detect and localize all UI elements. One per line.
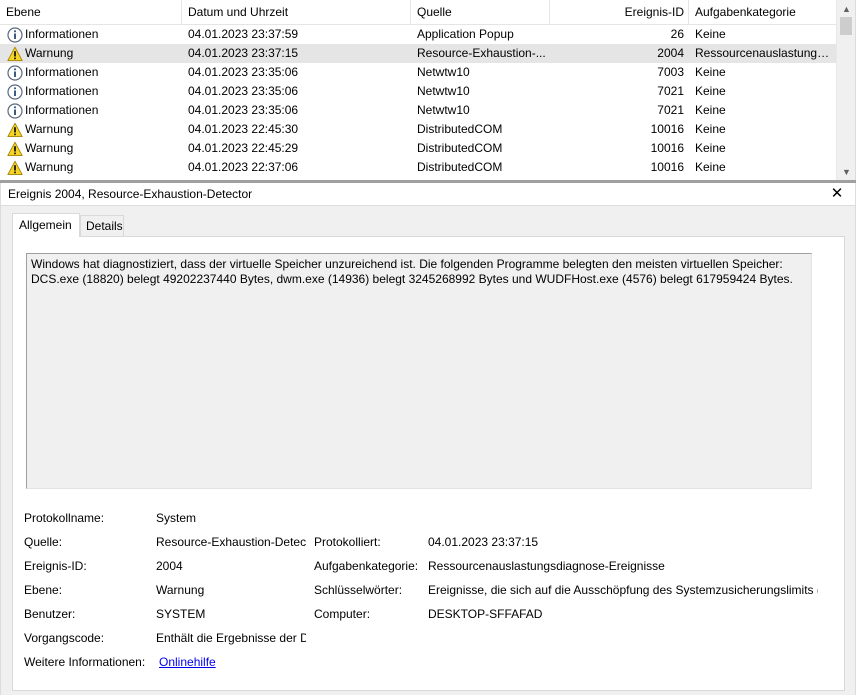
event-source: Resource-Exhaustion-...: [417, 46, 546, 60]
event-id: 7021: [657, 84, 684, 98]
event-date: 04.01.2023 23:35:06: [188, 103, 299, 117]
event-rows: Informationen 04.01.2023 23:37:59 Applic…: [0, 25, 836, 177]
event-category: Keine: [695, 122, 726, 136]
label-weitere-informationen: Weitere Informationen:: [24, 655, 146, 669]
label-protokollname: Protokollname:: [24, 511, 105, 525]
value-aufgabenkategorie[interactable]: Ressourcenauslastungsdiagnose-Ereignisse: [428, 558, 818, 574]
value-computer[interactable]: DESKTOP-SFFAFAD: [428, 606, 818, 622]
event-id: 10016: [650, 141, 684, 155]
label-aufgabenkategorie: Aufgabenkategorie:: [314, 559, 419, 573]
table-row[interactable]: Warnung 04.01.2023 22:45:30 DistributedC…: [0, 120, 836, 139]
value-ebene[interactable]: Warnung: [156, 582, 306, 598]
event-category: Keine: [695, 160, 726, 174]
event-id: 7021: [657, 103, 684, 117]
label-ebene: Ebene:: [24, 583, 63, 597]
label-ereignis-id: Ereignis-ID:: [24, 559, 87, 573]
warning-icon: [7, 160, 23, 175]
value-ereignis-id[interactable]: 2004: [156, 558, 306, 574]
close-icon[interactable]: ✕: [829, 186, 845, 202]
event-date: 04.01.2023 22:45:30: [188, 122, 299, 136]
event-category: Keine: [695, 84, 726, 98]
event-message[interactable]: Windows hat diagnostiziert, dass der vir…: [26, 253, 812, 489]
table-row[interactable]: Informationen 04.01.2023 23:35:06 Netwtw…: [0, 63, 836, 82]
info-icon: [7, 26, 23, 43]
scrollbar-thumb[interactable]: [840, 17, 852, 35]
event-date: 04.01.2023 23:37:15: [188, 46, 299, 60]
value-protokollname[interactable]: System: [156, 510, 306, 526]
table-row[interactable]: Informationen 04.01.2023 23:35:06 Netwtw…: [0, 101, 836, 120]
onlinehilfe-link[interactable]: Onlinehilfe: [159, 654, 216, 670]
event-date: 04.01.2023 22:45:29: [188, 141, 299, 155]
column-header-datum[interactable]: Datum und Uhrzeit: [182, 0, 411, 25]
table-row[interactable]: Informationen 04.01.2023 23:37:59 Applic…: [0, 25, 836, 44]
event-id: 26: [670, 27, 684, 41]
value-schluesselwoerter[interactable]: Ereignisse, die sich auf die Ausschöpfun…: [428, 582, 818, 598]
event-id: 10016: [650, 122, 684, 136]
value-vorgangscode[interactable]: Enthält die Ergebnisse der Di: [156, 630, 306, 646]
event-level: Informationen: [25, 65, 99, 79]
warning-icon: [7, 122, 23, 137]
label-quelle: Quelle:: [24, 535, 63, 549]
label-vorgangscode: Vorgangscode:: [24, 631, 105, 645]
event-source: DistributedCOM: [417, 141, 503, 155]
event-source: DistributedCOM: [417, 160, 503, 174]
column-header-aufgabenkategorie[interactable]: Aufgabenkategorie: [689, 0, 836, 25]
event-category: Keine: [695, 141, 726, 155]
event-date: 04.01.2023 23:35:06: [188, 84, 299, 98]
event-source: Netwtw10: [417, 65, 470, 79]
scroll-down-arrow-icon[interactable]: ▼: [837, 163, 855, 180]
column-header-quelle[interactable]: Quelle: [411, 0, 550, 25]
table-row[interactable]: Informationen 04.01.2023 23:35:06 Netwtw…: [0, 82, 836, 101]
tab-allgemein[interactable]: Allgemein: [12, 213, 80, 237]
event-id: 7003: [657, 65, 684, 79]
warning-icon: [7, 141, 23, 156]
event-date: 04.01.2023 23:35:06: [188, 65, 299, 79]
event-id: 10016: [650, 160, 684, 174]
event-list-header: Ebene Datum und Uhrzeit Quelle Ereignis-…: [0, 0, 836, 25]
event-category: Keine: [695, 103, 726, 117]
table-row[interactable]: Warnung 04.01.2023 22:45:29 DistributedC…: [0, 139, 836, 158]
event-id: 2004: [657, 46, 684, 60]
event-category: Keine: [695, 27, 726, 41]
event-source: Netwtw10: [417, 84, 470, 98]
event-detail-pane: Ereignis 2004, Resource-Exhaustion-Detec…: [0, 183, 856, 695]
event-date: 04.01.2023 22:37:06: [188, 160, 299, 174]
label-computer: Computer:: [314, 607, 371, 621]
event-level: Warnung: [25, 46, 74, 60]
table-row[interactable]: Warnung 04.01.2023 22:37:06 DistributedC…: [0, 158, 836, 177]
event-source: Application Popup: [417, 27, 514, 41]
column-header-ereignis-id[interactable]: Ereignis-ID: [550, 0, 689, 25]
warning-icon: [7, 46, 23, 61]
event-level: Informationen: [25, 103, 99, 117]
value-benutzer[interactable]: SYSTEM: [156, 606, 306, 622]
event-level: Warnung: [25, 122, 74, 136]
info-icon: [7, 64, 23, 81]
table-row[interactable]: Warnung 04.01.2023 23:37:15 Resource-Exh…: [0, 44, 836, 63]
label-schluesselwoerter: Schlüsselwörter:: [314, 583, 403, 597]
value-protokolliert[interactable]: 04.01.2023 23:37:15: [428, 534, 818, 550]
event-date: 04.01.2023 23:37:59: [188, 27, 299, 41]
tab-details[interactable]: Details: [80, 215, 124, 237]
info-icon: [7, 83, 23, 100]
event-level: Warnung: [25, 160, 74, 174]
value-quelle[interactable]: Resource-Exhaustion-Detect: [156, 534, 306, 550]
event-level: Warnung: [25, 141, 74, 155]
detail-title-bar: Ereignis 2004, Resource-Exhaustion-Detec…: [1, 183, 855, 206]
event-level: Informationen: [25, 84, 99, 98]
info-icon: [7, 102, 23, 119]
label-protokolliert: Protokolliert:: [314, 535, 381, 549]
scroll-up-arrow-icon[interactable]: ▲: [837, 0, 855, 17]
label-benutzer: Benutzer:: [24, 607, 76, 621]
column-header-ebene[interactable]: Ebene: [0, 0, 182, 25]
general-tab-content: Windows hat diagnostiziert, dass der vir…: [12, 236, 845, 691]
event-category: Ressourcenauslastungs...: [695, 46, 831, 60]
event-source: Netwtw10: [417, 103, 470, 117]
event-source: DistributedCOM: [417, 122, 503, 136]
event-list-scrollbar[interactable]: ▲ ▼: [836, 0, 855, 180]
event-category: Keine: [695, 65, 726, 79]
detail-title: Ereignis 2004, Resource-Exhaustion-Detec…: [8, 187, 253, 201]
event-list[interactable]: Ebene Datum und Uhrzeit Quelle Ereignis-…: [0, 0, 856, 180]
event-level: Informationen: [25, 27, 99, 41]
